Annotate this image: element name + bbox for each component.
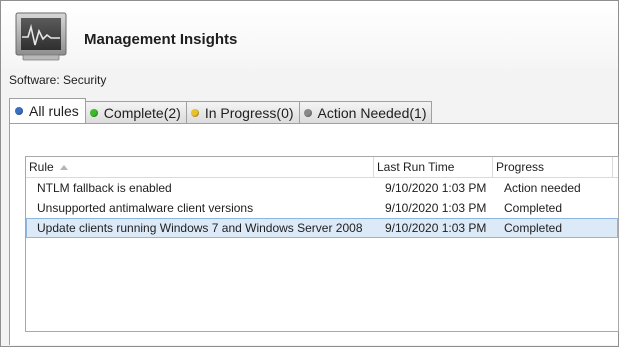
table-row-selected[interactable]: Update clients running Windows 7 and Win… [26,218,618,238]
column-header-rule[interactable]: Rule [26,157,374,177]
cell-rule: Update clients running Windows 7 and Win… [37,221,363,235]
page-title: Management Insights [84,31,238,48]
tab-panel: Rule Last Run Time Progress NTLM fallbac… [9,123,619,345]
table-row[interactable]: NTLM fallback is enabled 9/10/2020 1:03 … [26,178,618,198]
grid-header: Rule Last Run Time Progress [26,157,618,178]
cell-last-run-time: 9/10/2020 1:03 PM [385,181,487,195]
cell-rule: Unsupported antimalware client versions [37,201,254,215]
status-dot-icon [190,108,199,117]
table-row[interactable]: Unsupported antimalware client versions … [26,198,618,218]
cell-last-run-time: 9/10/2020 1:03 PM [385,221,487,235]
column-header-progress[interactable]: Progress [493,157,613,177]
column-header-last-run-time[interactable]: Last Run Time [374,157,493,177]
status-dot-icon [303,108,312,117]
tab-complete[interactable]: Complete(2) [84,101,187,123]
performance-monitor-icon [15,12,67,61]
tab-label: Action Needed(1) [317,104,427,121]
tab-label: In Progress(0) [204,104,294,121]
cell-rule: NTLM fallback is enabled [37,181,172,195]
tab-label: All rules [29,103,79,119]
status-dot-icon [15,107,23,115]
status-dot-icon [89,108,98,117]
cell-progress: Completed [504,201,563,215]
sort-ascending-icon [59,164,68,170]
header: Management Insights [1,1,618,69]
tab-in-progress[interactable]: In Progress(0) [185,101,300,123]
tab-all-rules[interactable]: All rules [9,98,86,123]
page-subtitle: Software: Security [9,73,107,87]
cell-progress: Action needed [504,181,581,195]
tab-strip: All rules Complete(2) In Progress(0) Act… [9,98,433,123]
tab-action-needed[interactable]: Action Needed(1) [298,101,433,123]
window-frame: Management Insights Software: Security A… [0,0,619,347]
rules-grid[interactable]: Rule Last Run Time Progress NTLM fallbac… [25,156,619,332]
tab-label: Complete(2) [103,104,181,121]
cell-last-run-time: 9/10/2020 1:03 PM [385,201,487,215]
cell-progress: Completed [504,221,563,235]
